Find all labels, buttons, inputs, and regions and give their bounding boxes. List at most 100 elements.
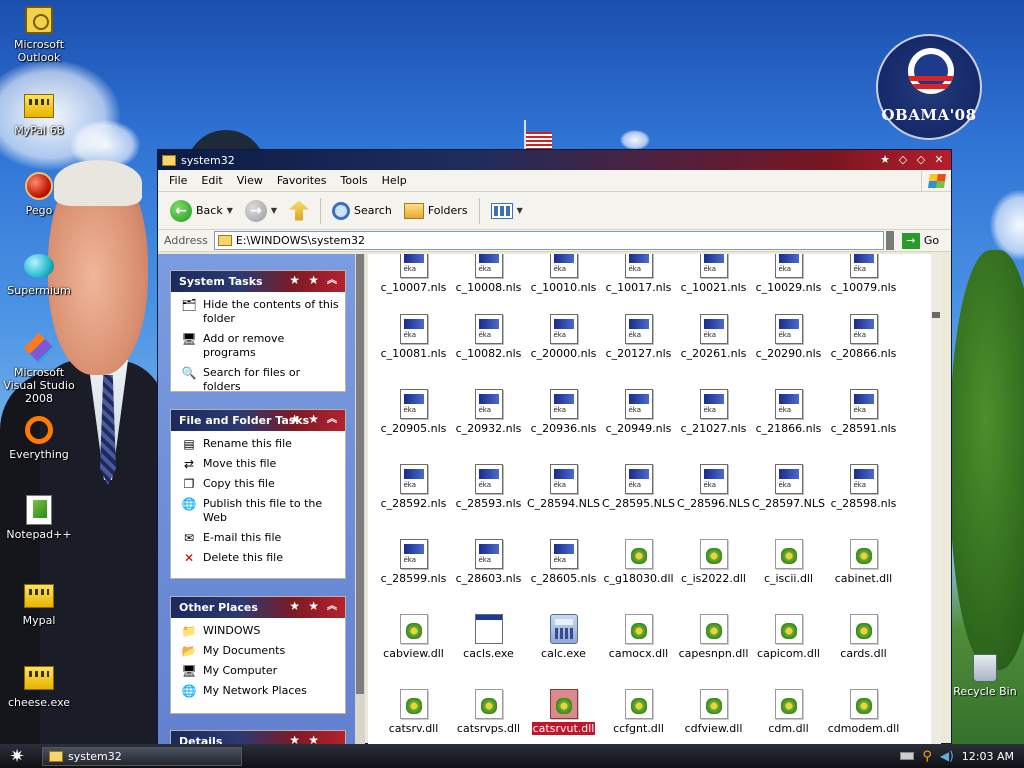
close-button[interactable]: ✕ <box>933 154 945 166</box>
file-folder-tasks-header[interactable]: File and Folder Tasks ︽ <box>171 410 345 431</box>
file-item[interactable]: c_20261.nls <box>676 314 751 360</box>
file-item[interactable]: c_10021.nls <box>676 254 751 294</box>
file-item[interactable]: c_21866.nls <box>751 389 826 435</box>
file-item[interactable]: c_10007.nls <box>376 254 451 294</box>
menu-file[interactable]: File <box>162 174 194 187</box>
desktop-icon-supermium[interactable]: Supermium <box>0 250 78 297</box>
task-rename-file[interactable]: ▤ Rename this file <box>181 437 339 451</box>
file-item[interactable]: cdfview.dll <box>676 689 751 735</box>
file-item[interactable]: c_28603.nls <box>451 539 526 585</box>
file-item[interactable]: capesnpn.dll <box>676 614 751 660</box>
chevron-down-icon[interactable]: ▼ <box>271 206 277 215</box>
file-item[interactable]: c_20000.nls <box>526 314 601 360</box>
desktop-icon-notepadpp[interactable]: Notepad++ <box>0 494 78 541</box>
task-search-files[interactable]: 🔍 Search for files or folders <box>181 366 339 394</box>
place-my-computer[interactable]: 🖥 My Computer <box>181 664 339 678</box>
desktop-icon-cheese[interactable]: cheese.exe <box>0 662 78 709</box>
file-item[interactable]: c_21027.nls <box>676 389 751 435</box>
menu-tools[interactable]: Tools <box>334 174 375 187</box>
other-places-header[interactable]: Other Places ︽ <box>171 597 345 618</box>
folders-button[interactable]: Folders <box>400 196 472 226</box>
file-item[interactable]: camocx.dll <box>601 614 676 660</box>
file-item[interactable]: c_10029.nls <box>751 254 826 294</box>
keyboard-icon[interactable] <box>900 752 915 760</box>
file-item[interactable]: c_20127.nls <box>601 314 676 360</box>
task-pane-scrollbar[interactable] <box>355 254 365 744</box>
collapse-icon[interactable]: ︽ <box>325 413 339 427</box>
address-input[interactable]: E:\WINDOWS\system32 <box>213 231 884 250</box>
file-item[interactable]: cacls.exe <box>451 614 526 660</box>
file-list-scrollbar[interactable] <box>931 254 941 744</box>
collapse-icon[interactable]: ︽ <box>325 274 339 288</box>
menu-favorites[interactable]: Favorites <box>270 174 334 187</box>
desktop-icon-mypal[interactable]: Mypal <box>0 580 78 627</box>
forward-button[interactable]: → ▼ <box>241 196 281 226</box>
file-item[interactable]: c_20949.nls <box>601 389 676 435</box>
file-item[interactable]: c_g18030.dll <box>601 539 676 585</box>
file-item[interactable]: c_20936.nls <box>526 389 601 435</box>
task-copy-file[interactable]: ❐ Copy this file <box>181 477 339 491</box>
task-move-file[interactable]: ⇄ Move this file <box>181 457 339 471</box>
go-button[interactable]: → Go <box>901 232 939 249</box>
task-email-file[interactable]: ✉ E-mail this file <box>181 531 339 545</box>
file-item[interactable]: ccfgnt.dll <box>601 689 676 735</box>
desktop-icon-recycle-bin[interactable]: Recycle Bin <box>946 654 1024 698</box>
file-item[interactable]: cards.dll <box>826 614 901 660</box>
start-button[interactable]: ✷ <box>0 744 34 768</box>
place-my-network-places[interactable]: 🌐 My Network Places <box>181 684 339 698</box>
file-item[interactable]: C_28597.NLS <box>751 464 826 510</box>
window-titlebar[interactable]: system32 ★ ◇ ◇ ✕ <box>158 150 951 170</box>
file-item[interactable]: cdm.dll <box>751 689 826 735</box>
file-item[interactable]: c_28593.nls <box>451 464 526 510</box>
back-button[interactable]: ← Back ▼ <box>166 196 237 226</box>
file-item[interactable]: c_28592.nls <box>376 464 451 510</box>
desktop-icon-pego[interactable]: Pego <box>0 170 78 217</box>
desktop-icon-everything[interactable]: Everything <box>0 414 78 461</box>
clock[interactable]: 12:03 AM <box>962 750 1014 763</box>
file-item[interactable]: cabview.dll <box>376 614 451 660</box>
file-item[interactable]: c_is2022.dll <box>676 539 751 585</box>
file-item[interactable]: c_20290.nls <box>751 314 826 360</box>
file-item[interactable]: c_28605.nls <box>526 539 601 585</box>
file-item[interactable]: catsrv.dll <box>376 689 451 735</box>
file-item[interactable]: calc.exe <box>526 614 601 660</box>
collapse-icon[interactable]: ︽ <box>325 600 339 614</box>
file-item[interactable]: C_28595.NLS <box>601 464 676 510</box>
file-item[interactable]: capicom.dll <box>751 614 826 660</box>
file-item[interactable]: c_iscii.dll <box>751 539 826 585</box>
file-item[interactable]: c_10081.nls <box>376 314 451 360</box>
file-item[interactable]: c_10082.nls <box>451 314 526 360</box>
search-button[interactable]: Search <box>328 196 396 226</box>
system-tasks-header[interactable]: System Tasks ︽ <box>171 271 345 292</box>
file-item[interactable]: cabinet.dll <box>826 539 901 585</box>
file-item[interactable]: catsrvps.dll <box>451 689 526 735</box>
chevron-down-icon[interactable]: ▼ <box>227 206 233 215</box>
details-header[interactable]: Details <box>171 731 345 744</box>
file-item[interactable]: c_20932.nls <box>451 389 526 435</box>
views-button[interactable]: ▼ <box>487 196 527 226</box>
search-icon[interactable]: ⚲ <box>922 749 932 764</box>
place-windows[interactable]: 📁 WINDOWS <box>181 624 339 638</box>
file-item[interactable]: c_28591.nls <box>826 389 901 435</box>
volume-icon[interactable]: ◀) <box>940 749 954 763</box>
taskbar-item-system32[interactable]: system32 <box>42 746 242 766</box>
file-item[interactable]: c_20905.nls <box>376 389 451 435</box>
desktop-icon-visual-studio[interactable]: Microsoft Visual Studio 2008 <box>0 332 78 405</box>
file-item[interactable]: cdmodem.dll <box>826 689 901 735</box>
menu-edit[interactable]: Edit <box>194 174 229 187</box>
file-item[interactable]: catsrvut.dll <box>526 689 601 736</box>
minimize-button[interactable]: ◇ <box>897 154 909 166</box>
menu-help[interactable]: Help <box>375 174 414 187</box>
file-item[interactable]: c_10079.nls <box>826 254 901 294</box>
scrollbar-thumb[interactable] <box>932 312 940 318</box>
maximize-button[interactable]: ◇ <box>915 154 927 166</box>
file-item[interactable]: C_28594.NLS <box>526 464 601 510</box>
task-delete-file[interactable]: ✕ Delete this file <box>181 551 339 565</box>
address-dropdown-button[interactable] <box>885 231 894 250</box>
file-item[interactable]: c_10010.nls <box>526 254 601 294</box>
file-item[interactable]: c_10008.nls <box>451 254 526 294</box>
up-button[interactable] <box>285 196 313 226</box>
place-my-documents[interactable]: 📂 My Documents <box>181 644 339 658</box>
menu-view[interactable]: View <box>230 174 270 187</box>
file-item[interactable]: c_28599.nls <box>376 539 451 585</box>
